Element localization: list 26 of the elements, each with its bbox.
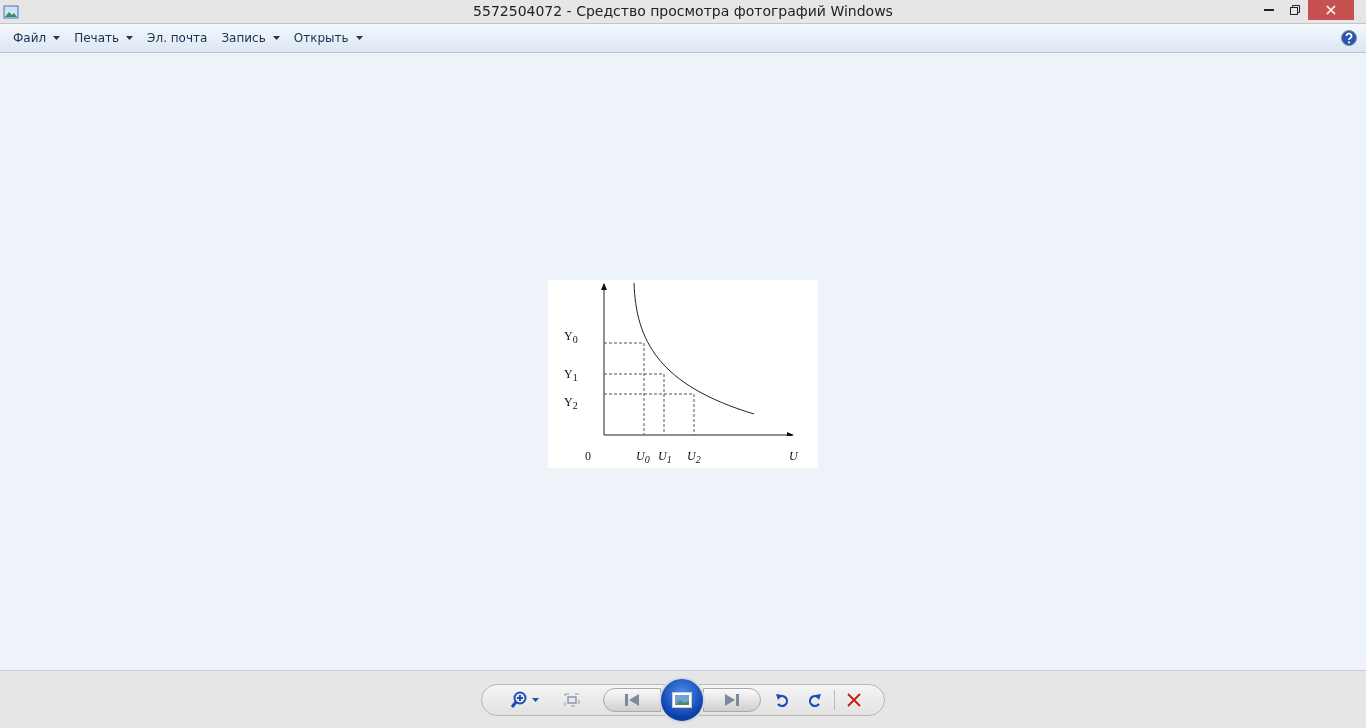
axis-label: U$_{1}$ xyxy=(658,449,672,465)
fit-window-icon xyxy=(564,692,580,707)
help-icon[interactable] xyxy=(1341,30,1357,46)
caret-icon xyxy=(532,697,539,702)
origin-label: 0 xyxy=(585,449,591,462)
axis-label: U xyxy=(789,449,798,462)
menu-item[interactable]: Печать xyxy=(67,27,141,49)
picture-icon xyxy=(672,691,692,708)
app-icon xyxy=(3,4,19,19)
zoom-in-icon xyxy=(510,690,528,709)
next-icon xyxy=(725,693,739,706)
slideshow-button[interactable] xyxy=(659,676,705,723)
previous-icon xyxy=(625,693,639,706)
menu-item[interactable]: Открыть xyxy=(286,27,370,49)
axis-label: Y$_{0}$ xyxy=(564,329,578,345)
axis-label: U$_{2}$ xyxy=(687,449,701,465)
menu-item[interactable]: Файл xyxy=(6,27,68,49)
axis-label: Y$_{2}$ xyxy=(564,395,578,411)
restore-icon xyxy=(1290,5,1300,15)
minimize-icon xyxy=(1264,9,1274,11)
axis-label: Y$_{1}$ xyxy=(564,367,578,383)
axis-label: U$_{0}$ xyxy=(636,449,650,465)
close-icon xyxy=(1326,5,1336,15)
window-title: 5572504072 - Средство просмотра фотографий Windows xyxy=(473,3,893,19)
menu-item[interactable]: Эл. почта xyxy=(140,27,215,49)
menu-item[interactable]: Запись xyxy=(214,27,287,49)
